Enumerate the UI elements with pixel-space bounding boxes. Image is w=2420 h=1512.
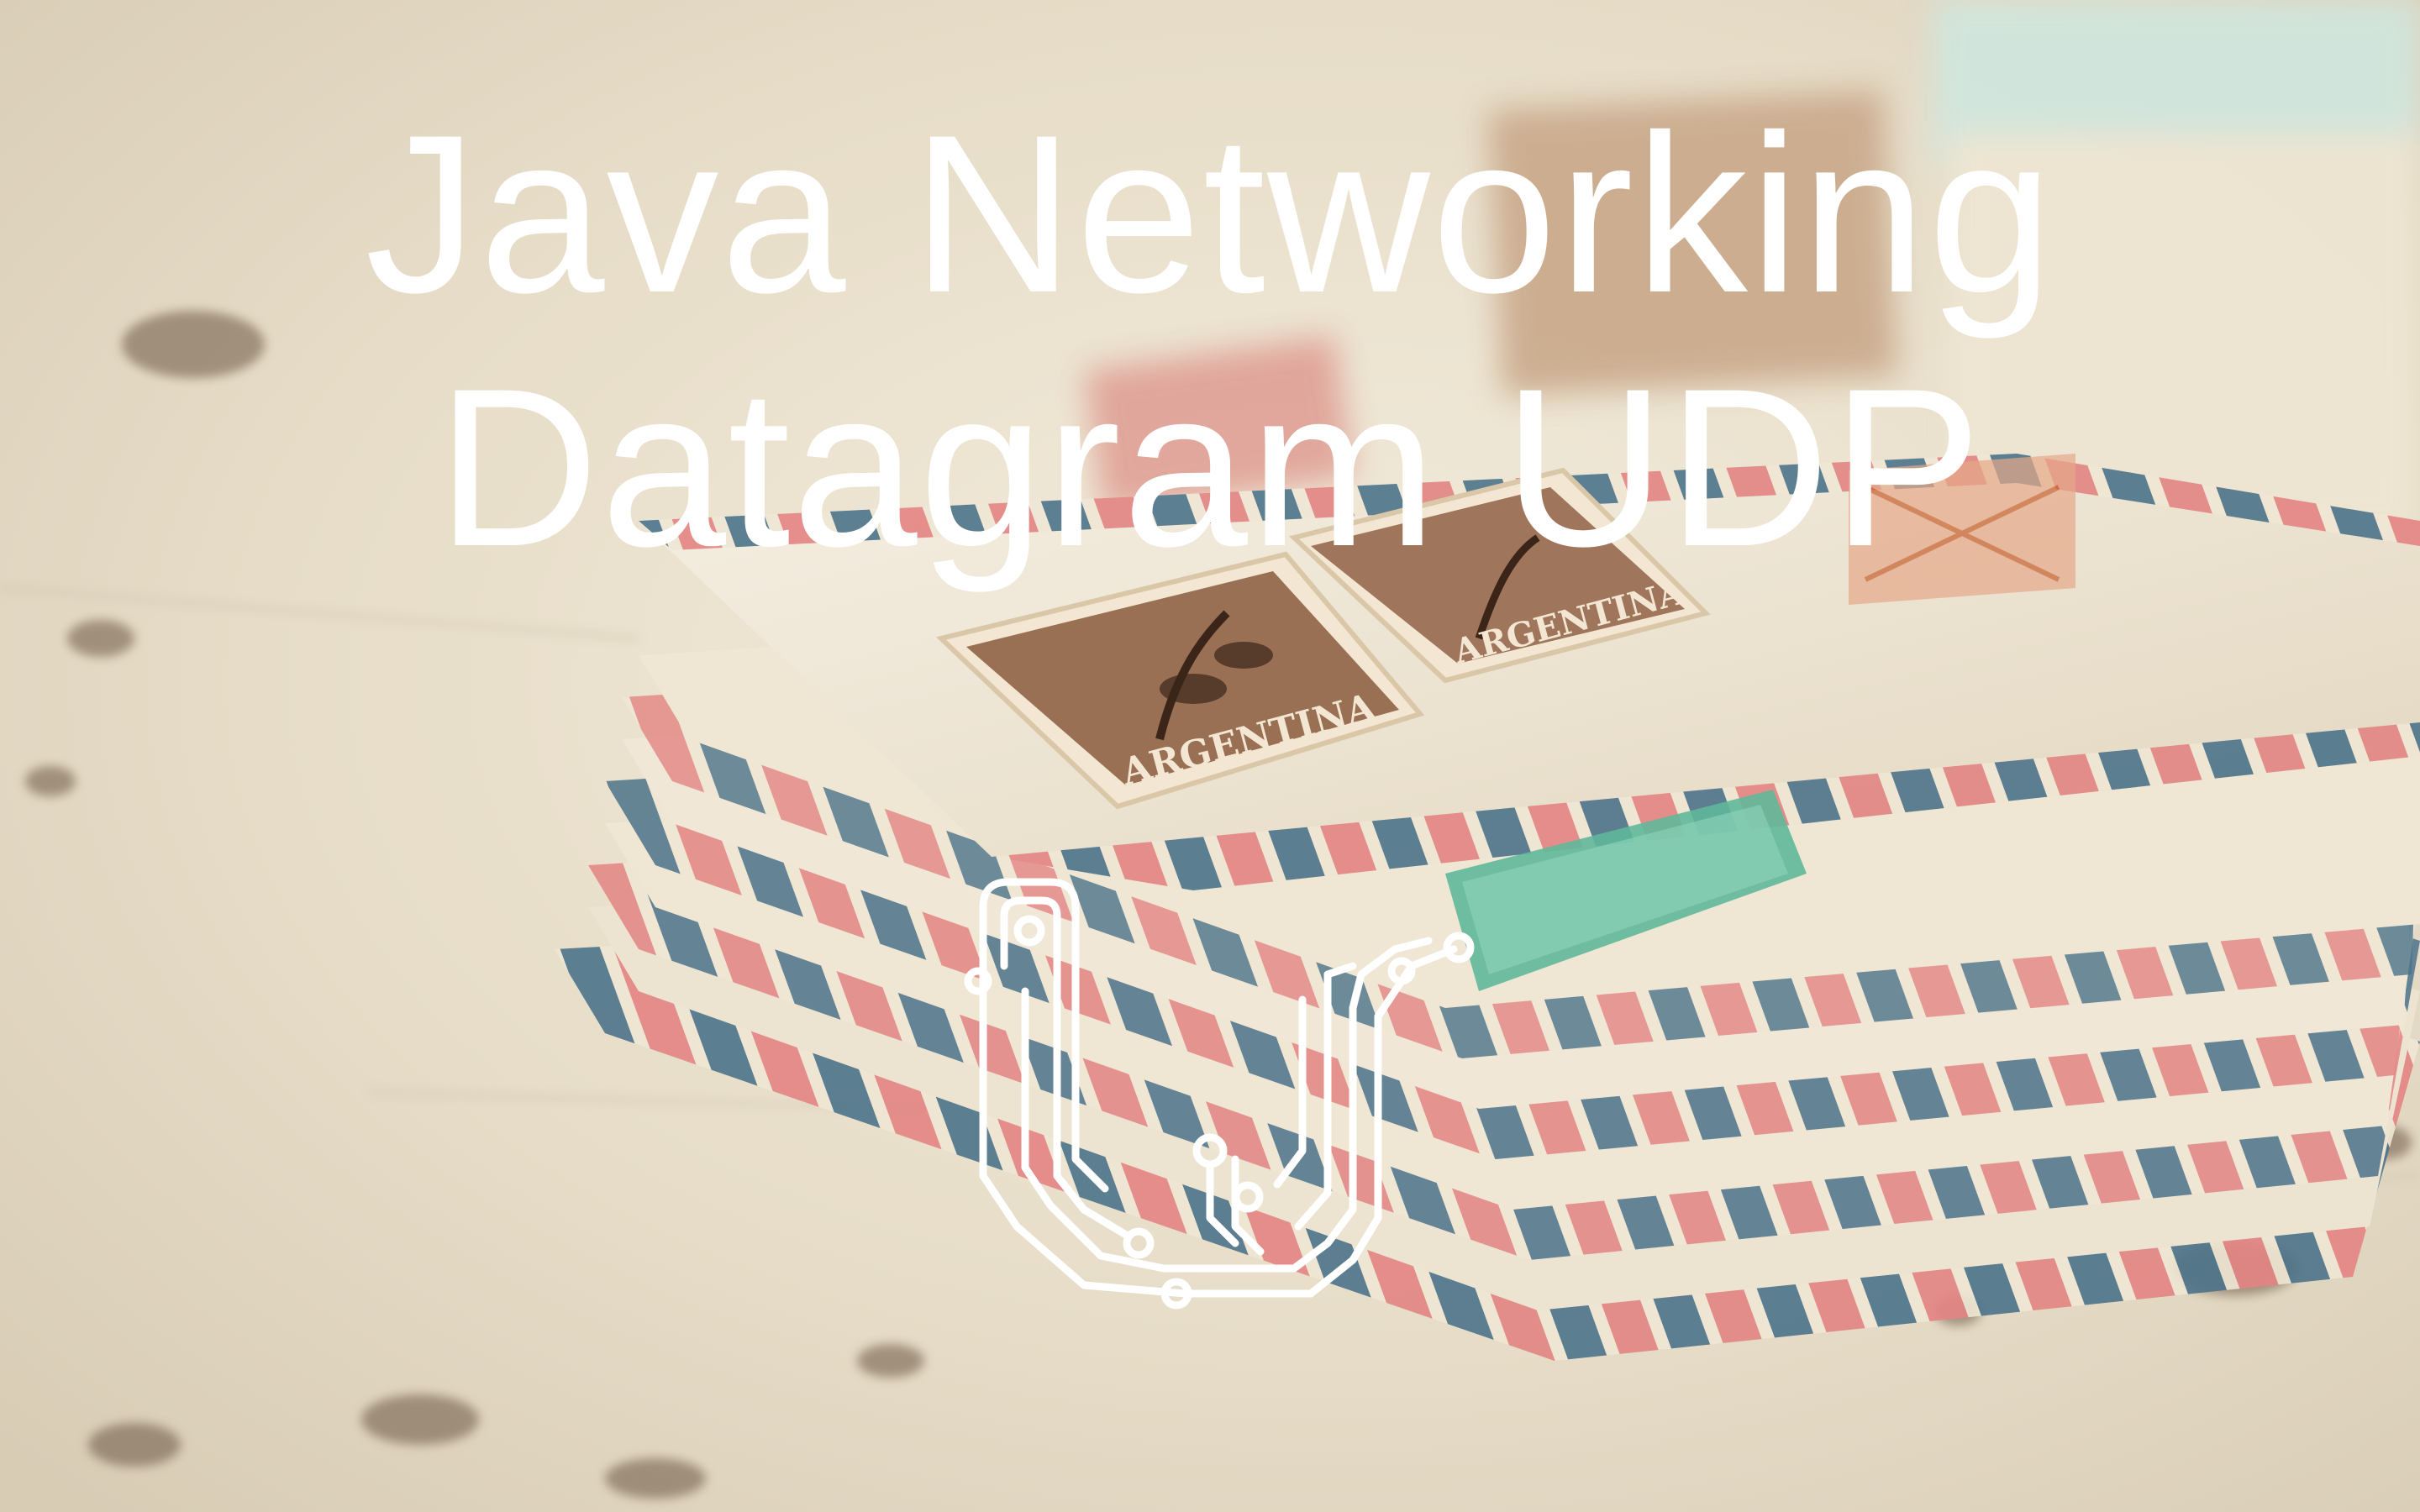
image-canvas: ARGENTINA ARGENTINA Java Networking Data… (0, 0, 2420, 1512)
title-line-2: Datagram UDP (436, 341, 1984, 593)
title-line-1: Java Networking (365, 87, 2055, 339)
title-block: Java Networking Datagram UDP (0, 101, 2420, 580)
circuit-letter-u-icon (964, 878, 1475, 1310)
